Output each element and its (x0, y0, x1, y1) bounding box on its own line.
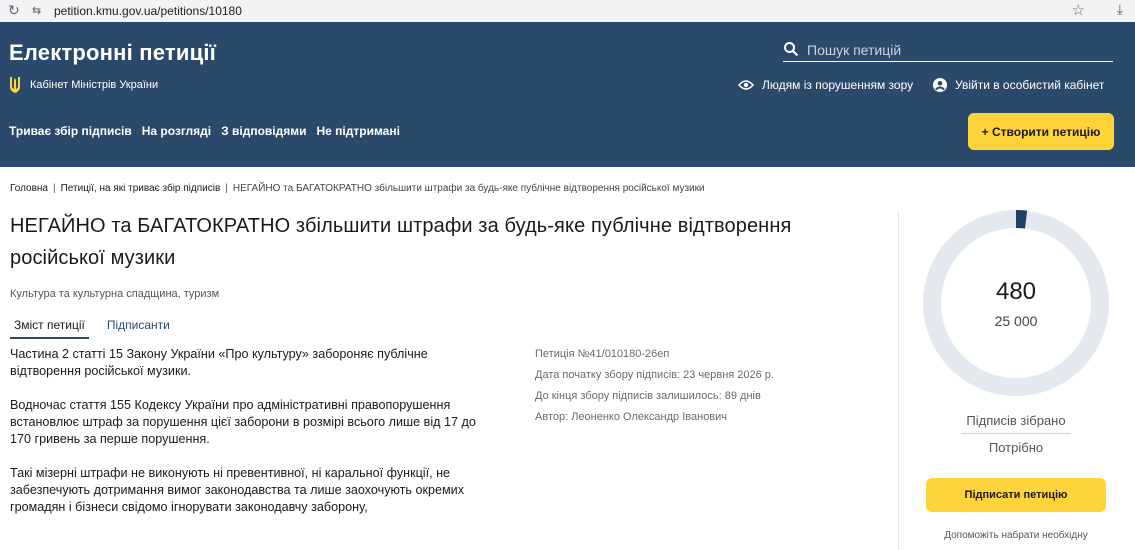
search-input[interactable] (807, 40, 1107, 60)
breadcrumb: Головна | Петиції, на які триває збір підп… (10, 183, 705, 194)
petition-days-left: До кінця збору підписів залишилось: 89 д… (535, 390, 761, 402)
accessibility-label: Людям із порушенням зору (762, 78, 914, 92)
eye-icon (738, 80, 754, 90)
gov-label[interactable]: Кабінет Міністрів України (30, 79, 158, 91)
reload-icon[interactable]: ↻ (8, 2, 20, 19)
petition-category[interactable]: Культура та культурна спадщина, туризм (10, 288, 219, 300)
download-icon[interactable]: ⤓ (1117, 1, 1123, 18)
accessibility-link[interactable]: Людям із порушенням зору (738, 78, 913, 92)
nav-item-rejected[interactable]: Не підтримані (316, 124, 399, 138)
nav-item-answered[interactable]: З відповідями (221, 124, 306, 138)
address-bar[interactable]: petition.kmu.gov.ua/petitions/10180 (54, 4, 242, 18)
petition-number: Петиція №41/010180-26еп (535, 348, 670, 360)
main-nav: Триває збір підписів На розгляді З відпо… (9, 124, 400, 138)
nav-item-collecting[interactable]: Триває збір підписів (9, 124, 132, 138)
petition-meta: Петиція №41/010180-26еп Дата початку збо… (535, 344, 774, 428)
nav-item-review[interactable]: На розгляді (142, 124, 211, 138)
help-text: Допоможіть набрати необхідну (944, 530, 1088, 541)
search-icon[interactable] (783, 41, 799, 57)
sidebar-divider (898, 210, 899, 550)
site-info-icon[interactable]: ⇆ (32, 4, 41, 17)
petition-paragraph: Водночас стаття 155 Кодексу України про … (10, 398, 476, 446)
breadcrumb-separator: | (53, 183, 56, 194)
petition-paragraph: Такі мізерні штрафи не виконують ні прев… (10, 466, 465, 514)
browser-toolbar: ↻ ⇆ petition.kmu.gov.ua/petitions/10180 … (0, 0, 1135, 22)
create-petition-button[interactable]: + Створити петицію (968, 113, 1114, 150)
login-label: Увійти в особистий кабінет (955, 78, 1105, 92)
tab-signers[interactable]: Підписанти (103, 316, 174, 339)
trident-icon (10, 77, 20, 93)
petition-tabs: Зміст петиції Підписанти (10, 316, 174, 339)
tab-content[interactable]: Зміст петиції (10, 316, 89, 339)
breadcrumb-home[interactable]: Головна (10, 183, 48, 194)
breadcrumb-section[interactable]: Петиції, на які триває збір підписів (61, 183, 221, 194)
breadcrumb-separator: | (225, 183, 228, 194)
petition-start-date: Дата початку збору підписів: 23 червня 2… (535, 369, 774, 381)
petition-author: Автор: Леоненко Олександр Іванович (535, 411, 728, 423)
breadcrumb-current: НЕГАЙНО та БАГАТОКРАТНО збільшити штрафи… (232, 183, 705, 194)
petition-paragraph: Частина 2 статті 15 Закону України «Про … (10, 347, 428, 378)
petition-body: Частина 2 статті 15 Закону України «Про … (10, 346, 495, 533)
petition-title: НЕГАЙНО та БАГАТОКРАТНО збільшити штрафи… (10, 215, 792, 269)
site-title[interactable]: Електронні петиції (9, 40, 216, 66)
user-icon (933, 78, 947, 92)
site-header: Електронні петиції Кабінет Міністрів Укр… (0, 22, 1135, 167)
login-link[interactable]: Увійти в особистий кабінет (933, 78, 1104, 92)
search-bar (783, 40, 1113, 62)
sign-petition-button[interactable]: Підписати петицію (926, 478, 1106, 512)
collected-label: Підписів зібрано (966, 413, 1066, 428)
stats-divider (961, 433, 1071, 434)
signatures-goal: 25 000 (994, 313, 1038, 329)
needed-label: Потрібно (988, 440, 1044, 455)
signatures-collected: 480 (995, 278, 1037, 305)
bookmark-star-icon[interactable]: ☆ (1072, 1, 1085, 19)
